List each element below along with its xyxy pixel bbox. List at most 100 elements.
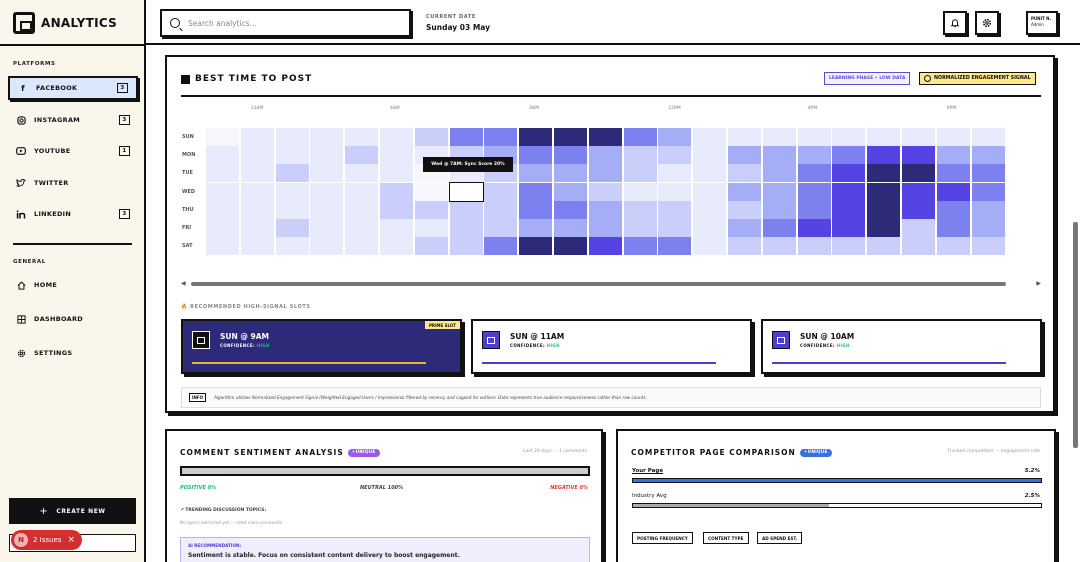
heatmap-cell[interactable] [728,146,761,165]
slot-card[interactable]: SUN @ 10AM CONFIDENCE: HIGH [761,319,1042,374]
heatmap-cell[interactable] [867,164,901,183]
heatmap-cell[interactable] [902,182,935,201]
heatmap-cell[interactable] [554,146,587,165]
heatmap-cell[interactable] [554,219,587,237]
heatmap-cell[interactable] [902,128,935,146]
close-icon[interactable]: × [67,535,75,545]
heatmap-cell[interactable] [832,182,866,201]
search-input[interactable] [188,18,388,28]
heatmap-cell[interactable] [206,219,239,237]
heatmap-cell[interactable] [867,219,901,237]
heatmap-cell[interactable] [519,164,553,183]
sidebar-item-twitter[interactable]: TWITTER [8,171,138,195]
search-box[interactable] [160,9,411,37]
heatmap-cell[interactable] [414,219,448,237]
heatmap-cell[interactable] [693,146,727,165]
heatmap-cell[interactable] [345,128,379,146]
heatmap-cell[interactable] [345,182,379,201]
heatmap-cell[interactable] [206,182,239,201]
heatmap-cell[interactable] [693,182,727,201]
heatmap-cell[interactable] [728,182,761,201]
heatmap-cell[interactable] [971,128,1005,146]
heatmap-cell[interactable] [936,219,970,237]
sidebar-item-instagram[interactable]: INSTAGRAM 3 [8,108,138,132]
heatmap-cell[interactable] [693,200,727,219]
heatmap-cell[interactable] [519,237,553,256]
heatmap-cell[interactable] [588,237,622,256]
heatmap-cell[interactable] [728,164,761,183]
heatmap-cell[interactable] [275,219,309,237]
heatmap-cell[interactable] [762,164,796,183]
heatmap-cell[interactable] [762,182,796,201]
heatmap-cell[interactable] [762,219,796,237]
heatmap-cell[interactable] [623,146,657,165]
settings-button[interactable] [975,11,999,35]
heatmap-cell[interactable] [936,146,970,165]
heatmap-cell[interactable] [345,219,379,237]
heatmap-cell[interactable] [414,200,448,219]
heatmap-cell[interactable] [380,219,413,237]
heatmap-cell[interactable] [693,164,727,183]
heatmap-cell[interactable] [380,164,413,183]
heatmap-cell[interactable] [275,182,309,201]
heatmap-cell[interactable] [902,200,935,219]
heatmap-cell[interactable] [971,182,1005,201]
heatmap-cell[interactable] [832,146,866,165]
heatmap-cell[interactable] [728,237,761,256]
heatmap-cell[interactable] [275,237,309,256]
heatmap-cell[interactable] [797,237,831,256]
heatmap-cell[interactable] [832,237,866,256]
user-menu[interactable]: PUNIT N. Admin [1026,11,1058,35]
heatmap-cell[interactable] [240,200,274,219]
heatmap-cell[interactable] [275,164,309,183]
heatmap-cell[interactable] [519,182,553,201]
heatmap-cell[interactable] [554,164,587,183]
heatmap-cell[interactable] [588,164,622,183]
sidebar-item-dashboard[interactable]: DASHBOARD [8,307,138,331]
sidebar-item-youtube[interactable]: YOUTUBE 1 [8,139,138,163]
content-type-chip[interactable]: CONTENT TYPE [703,532,749,544]
heatmap-cell[interactable] [762,146,796,165]
heatmap-cell-selected[interactable] [448,181,484,202]
sidebar-item-home[interactable]: HOME [8,273,138,297]
heatmap-cell[interactable] [623,219,657,237]
heatmap-cell[interactable] [414,128,448,146]
heatmap-cell[interactable] [380,182,413,201]
heatmap-cell[interactable] [206,164,239,183]
heatmap-cell[interactable] [310,200,344,219]
brand[interactable]: ANALYTICS [13,12,117,34]
heatmap-cell[interactable] [902,219,935,237]
heatmap-cell[interactable] [240,219,274,237]
heatmap-cell[interactable] [658,182,692,201]
heatmap-cell[interactable] [519,128,553,146]
heatmap-cell[interactable] [310,164,344,183]
heatmap-cell[interactable] [310,146,344,165]
heatmap-cell[interactable] [380,128,413,146]
heatmap-cell[interactable] [936,164,970,183]
sidebar-item-linkedin[interactable]: LINKEDIN 3 [8,202,138,226]
heatmap-cell[interactable] [275,128,309,146]
heatmap-cell[interactable] [693,237,727,256]
heatmap-cell[interactable] [936,182,970,201]
heatmap-cell[interactable] [693,219,727,237]
heatmap-cell[interactable] [554,200,587,219]
heatmap-cell[interactable] [484,200,518,219]
sidebar-item-settings[interactable]: SETTINGS [8,341,138,365]
heatmap-cell[interactable] [658,237,692,256]
heatmap-cell[interactable] [519,219,553,237]
slot-card[interactable]: SUN @ 11AM CONFIDENCE: HIGH [471,319,752,374]
heatmap-cell[interactable] [762,128,796,146]
create-new-button[interactable]: + CREATE NEW [9,498,136,524]
heatmap-cell[interactable] [519,200,553,219]
issues-badge[interactable]: N 2 Issues × [11,530,82,550]
heatmap-cell[interactable] [936,200,970,219]
heatmap-cell[interactable] [797,200,831,219]
heatmap-cell[interactable] [797,128,831,146]
heatmap-cell[interactable] [449,128,483,146]
heatmap-cell[interactable] [971,219,1005,237]
heatmap-cell[interactable] [971,164,1005,183]
heatmap-cell[interactable] [588,146,622,165]
heatmap-cell[interactable] [310,237,344,256]
heatmap-cell[interactable] [623,200,657,219]
scroll-left-icon[interactable]: ◀ [181,280,186,287]
